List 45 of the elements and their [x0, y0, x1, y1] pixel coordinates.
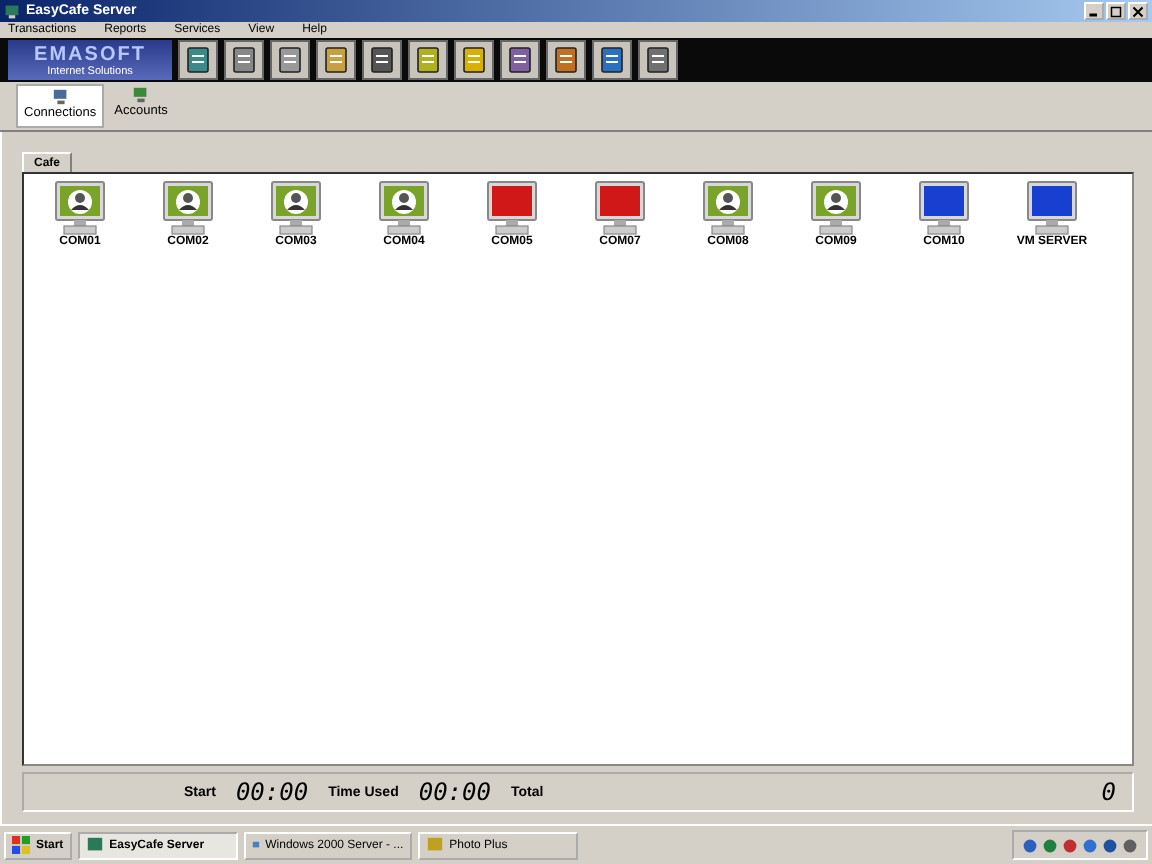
time-used: 00:00 — [418, 778, 491, 806]
toolbar-button[interactable] — [316, 40, 356, 80]
document-icon — [274, 44, 306, 76]
monitor-icon — [916, 180, 972, 236]
start-time: 00:00 — [235, 778, 309, 806]
toolbar-button[interactable] — [592, 40, 632, 80]
close-icon — [1132, 5, 1144, 17]
monitor-icon — [808, 180, 864, 236]
document-icon — [642, 44, 674, 76]
toolbar-button[interactable] — [454, 40, 494, 80]
monitor-icon — [268, 180, 324, 236]
app-icon — [4, 3, 20, 19]
toolbar-button[interactable] — [546, 40, 586, 80]
toolbar-button[interactable] — [500, 40, 540, 80]
document-icon — [412, 44, 444, 76]
toolbar-button[interactable] — [638, 40, 678, 80]
monitor-icon — [52, 180, 108, 236]
maximize-button[interactable] — [1106, 2, 1126, 20]
app-icon — [425, 836, 444, 854]
document-icon — [228, 44, 260, 76]
total-value: 0 — [1101, 778, 1116, 806]
maximize-icon — [1110, 5, 1122, 17]
monitor-icon — [484, 180, 540, 236]
monitor-icon — [1024, 180, 1080, 236]
document-icon — [458, 44, 490, 76]
close-button[interactable] — [1128, 2, 1148, 20]
toolbar-button[interactable] — [270, 40, 310, 80]
minimize-button[interactable] — [1084, 2, 1104, 20]
toolbar-button[interactable] — [362, 40, 402, 80]
app-icon — [85, 836, 104, 854]
monitor-icon — [160, 180, 216, 236]
monitor-icon — [592, 180, 648, 236]
document-icon — [366, 44, 398, 76]
monitor-icon — [700, 180, 756, 236]
document-icon — [550, 44, 582, 76]
toolbar-button[interactable] — [224, 40, 264, 80]
toolbar-button[interactable] — [178, 40, 218, 80]
document-icon — [596, 44, 628, 76]
toolbar-button[interactable] — [408, 40, 448, 80]
document-icon — [320, 44, 352, 76]
document-icon — [182, 44, 214, 76]
computer-icon — [51, 88, 70, 106]
monitor-icon — [376, 180, 432, 236]
computer-icon — [132, 86, 151, 104]
document-icon — [504, 44, 536, 76]
